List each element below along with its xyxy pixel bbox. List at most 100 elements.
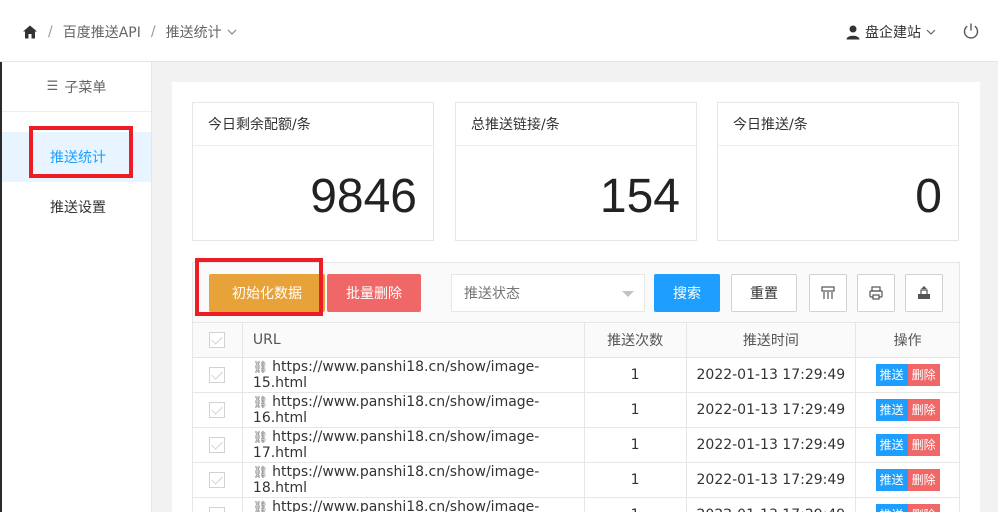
columns-icon bbox=[821, 286, 835, 299]
row-count: 1 bbox=[583, 357, 687, 393]
column-header-time[interactable]: 推送时间 bbox=[685, 322, 857, 358]
stat-card-remaining-quota: 今日剩余配额/条 9846 bbox=[192, 102, 434, 241]
export-button[interactable] bbox=[905, 274, 943, 312]
table-row: ⛓ https://www.panshi18.cn/show/image-18.h… bbox=[192, 462, 960, 498]
row-push-button[interactable]: 推送 bbox=[875, 399, 908, 421]
row-check-cell bbox=[192, 427, 243, 463]
breadcrumb-separator: / bbox=[48, 24, 53, 40]
row-time: 2022-01-13 17:29:49 bbox=[685, 497, 857, 512]
print-button[interactable] bbox=[857, 274, 895, 312]
table-row: ⛓ https://www.panshi18.cn/show/image-16.h… bbox=[192, 392, 960, 428]
reset-button[interactable]: 重置 bbox=[731, 274, 797, 312]
link-icon: ⛓ bbox=[252, 500, 269, 512]
card-value: 9846 bbox=[310, 170, 417, 223]
link-icon: ⛓ bbox=[252, 360, 269, 374]
sidebar-item-label: 推送设置 bbox=[50, 200, 106, 216]
row-checkbox[interactable] bbox=[209, 472, 226, 488]
table-row: ⛓ https://www.panshi18.cn/show/image-15.h… bbox=[192, 357, 960, 393]
row-time: 2022-01-13 17:29:49 bbox=[685, 427, 857, 463]
export-icon bbox=[918, 286, 930, 299]
push-table: URL 推送次数 推送时间 操作 ⛓ https://www.panshi18.c… bbox=[192, 322, 960, 512]
user-name: 盘企建站 bbox=[865, 25, 921, 41]
link-icon: ⛓ bbox=[252, 465, 269, 479]
user-icon bbox=[846, 25, 860, 40]
row-ops: 推送删除 bbox=[855, 462, 960, 498]
dropdown-arrow-icon bbox=[622, 291, 634, 297]
row-url: https://www.panshi18.cn/show/image-19.ht… bbox=[272, 499, 540, 512]
select-placeholder: 推送状态 bbox=[464, 286, 520, 302]
breadcrumb-item-stats[interactable]: 推送统计 bbox=[166, 22, 222, 42]
stat-card-today-pushed: 今日推送/条 0 bbox=[717, 102, 959, 241]
select-all-checkbox[interactable] bbox=[209, 332, 226, 348]
card-title: 总推送链接/条 bbox=[456, 103, 696, 146]
link-icon: ⛓ bbox=[252, 395, 269, 409]
row-time: 2022-01-13 17:29:49 bbox=[685, 357, 857, 393]
link-icon: ⛓ bbox=[252, 430, 269, 444]
row-push-button[interactable]: 推送 bbox=[875, 469, 908, 491]
highlight-box-init bbox=[195, 258, 323, 316]
row-check-cell bbox=[192, 497, 243, 512]
row-count: 1 bbox=[583, 427, 687, 463]
row-url: https://www.panshi18.cn/show/image-16.ht… bbox=[252, 394, 540, 426]
table-row: ⛓ https://www.panshi18.cn/show/image-17.h… bbox=[192, 427, 960, 463]
card-value: 0 bbox=[915, 170, 942, 223]
submenu-title: 子菜单 bbox=[64, 79, 107, 96]
main-panel: 今日剩余配额/条 9846 总推送链接/条 154 今日推送/条 0 初始化数据… bbox=[172, 82, 980, 512]
row-ops: 推送删除 bbox=[855, 392, 960, 428]
row-check-cell bbox=[192, 357, 243, 393]
breadcrumb-item-api[interactable]: 百度推送API bbox=[63, 22, 141, 42]
search-button[interactable]: 搜索 bbox=[654, 274, 720, 312]
menu-icon: ☰ bbox=[46, 79, 59, 94]
push-status-select[interactable]: 推送状态 bbox=[451, 274, 645, 312]
row-time: 2022-01-13 17:29:49 bbox=[685, 392, 857, 428]
row-push-button[interactable]: 推送 bbox=[875, 364, 908, 386]
row-checkbox[interactable] bbox=[209, 367, 226, 383]
url-cell: ⛓ https://www.panshi18.cn/show/image-16.h… bbox=[241, 392, 585, 428]
chevron-down-icon bbox=[926, 29, 936, 35]
chevron-down-icon[interactable] bbox=[227, 28, 237, 36]
home-icon[interactable] bbox=[22, 24, 38, 40]
row-check-cell bbox=[192, 392, 243, 428]
row-delete-button[interactable]: 删除 bbox=[907, 469, 940, 491]
table-header-row: URL 推送次数 推送时间 操作 bbox=[192, 322, 960, 358]
column-header-count[interactable]: 推送次数 bbox=[583, 322, 687, 358]
user-menu[interactable]: 盘企建站 bbox=[845, 22, 940, 42]
row-time: 2022-01-13 17:29:49 bbox=[685, 462, 857, 498]
row-url: https://www.panshi18.cn/show/image-17.ht… bbox=[252, 429, 540, 461]
row-checkbox[interactable] bbox=[209, 402, 226, 418]
url-cell: ⛓ https://www.panshi18.cn/show/image-17.h… bbox=[241, 427, 585, 463]
row-url: https://www.panshi18.cn/show/image-18.ht… bbox=[252, 464, 540, 496]
row-delete-button[interactable]: 删除 bbox=[907, 434, 940, 456]
breadcrumb: / 百度推送API / 推送统计 bbox=[22, 22, 237, 42]
stat-card-total-links: 总推送链接/条 154 bbox=[455, 102, 697, 241]
card-title: 今日剩余配额/条 bbox=[193, 103, 433, 146]
power-icon[interactable] bbox=[962, 22, 980, 40]
url-cell: ⛓ https://www.panshi18.cn/show/image-15.h… bbox=[241, 357, 585, 393]
url-cell: ⛓https://www.panshi18.cn/show/image-19.h… bbox=[241, 497, 585, 512]
select-all-cell bbox=[192, 322, 243, 358]
row-url: https://www.panshi18.cn/show/image-15.ht… bbox=[252, 359, 540, 391]
column-header-url[interactable]: URL bbox=[241, 322, 585, 358]
table-row: ⛓https://www.panshi18.cn/show/image-19.h… bbox=[192, 497, 960, 512]
row-count: 1 bbox=[583, 497, 687, 512]
row-delete-button[interactable]: 删除 bbox=[907, 364, 940, 386]
row-delete-button[interactable]: 删除 bbox=[907, 504, 940, 512]
submenu-header: ☰ 子菜单 bbox=[2, 62, 151, 112]
row-checkbox[interactable] bbox=[209, 507, 226, 512]
sidebar-item-push-settings[interactable]: 推送设置 bbox=[2, 182, 151, 232]
row-ops: 推送删除 bbox=[855, 427, 960, 463]
top-bar: / 百度推送API / 推送统计 盘企建站 bbox=[0, 0, 998, 62]
row-delete-button[interactable]: 删除 bbox=[907, 399, 940, 421]
columns-filter-button[interactable] bbox=[809, 274, 847, 312]
row-ops: 推送删除 bbox=[855, 497, 960, 512]
breadcrumb-separator: / bbox=[150, 24, 156, 40]
card-title: 今日推送/条 bbox=[718, 103, 958, 146]
column-header-ops: 操作 bbox=[855, 322, 960, 358]
card-value: 154 bbox=[599, 170, 680, 223]
row-checkbox[interactable] bbox=[209, 437, 226, 453]
row-push-button[interactable]: 推送 bbox=[875, 504, 908, 512]
url-cell: ⛓ https://www.panshi18.cn/show/image-18.h… bbox=[241, 462, 585, 498]
row-push-button[interactable]: 推送 bbox=[875, 434, 908, 456]
row-count: 1 bbox=[583, 462, 687, 498]
batch-delete-button[interactable]: 批量删除 bbox=[327, 274, 421, 312]
